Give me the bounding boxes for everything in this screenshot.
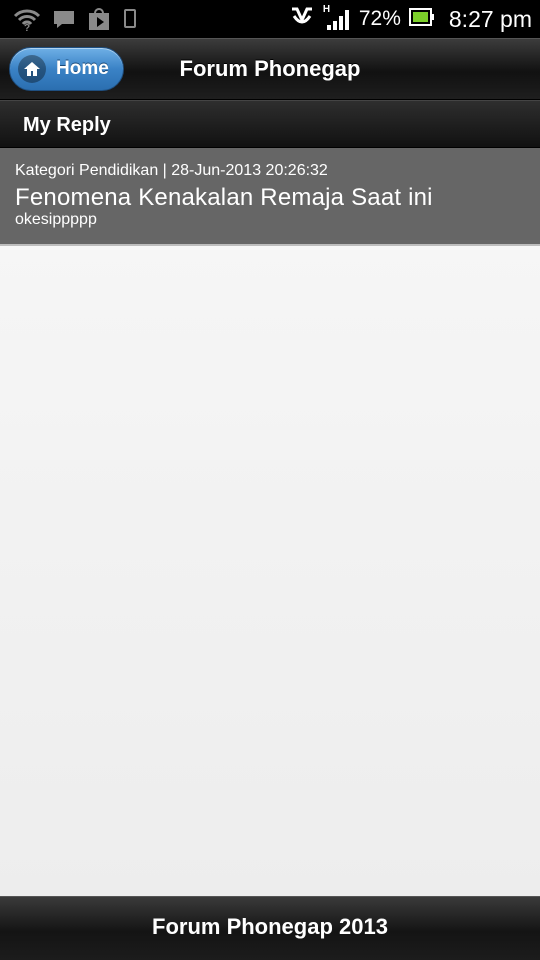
home-button[interactable]: Home (9, 47, 124, 91)
status-bar: ? H 72% 8:27 pm (0, 0, 540, 38)
footer-text: Forum Phonegap 2013 (152, 914, 388, 939)
reply-body: okesippppp (15, 211, 97, 228)
reply-list-item[interactable]: Kategori Pendidikan | 28-Jun-2013 20:26:… (0, 148, 540, 246)
reply-meta: Kategori Pendidikan | 28-Jun-2013 20:26:… (15, 162, 328, 179)
home-icon (18, 55, 46, 83)
reply-title: Fenomena Kenakalan Remaja Saat ini (15, 184, 433, 211)
clock: 8:27 pm (448, 5, 532, 32)
signal-icon: H (323, 4, 351, 32)
message-icon (52, 6, 76, 32)
content-area: Kategori Pendidikan | 28-Jun-2013 20:26:… (0, 148, 540, 896)
svg-text:?: ? (24, 23, 30, 31)
section-header: My Reply (0, 100, 540, 148)
home-button-label: Home (56, 58, 109, 79)
section-title: My Reply (23, 114, 111, 136)
play-store-icon (86, 6, 112, 32)
header-bar: Forum Phonegap Home (0, 38, 540, 100)
usb-debug-icon (289, 6, 315, 33)
phone-icon (122, 6, 138, 32)
footer-bar: Forum Phonegap 2013 (0, 896, 540, 960)
battery-icon (408, 7, 435, 32)
battery-percent: 72% (358, 7, 401, 30)
wifi-icon: ? (12, 6, 42, 32)
